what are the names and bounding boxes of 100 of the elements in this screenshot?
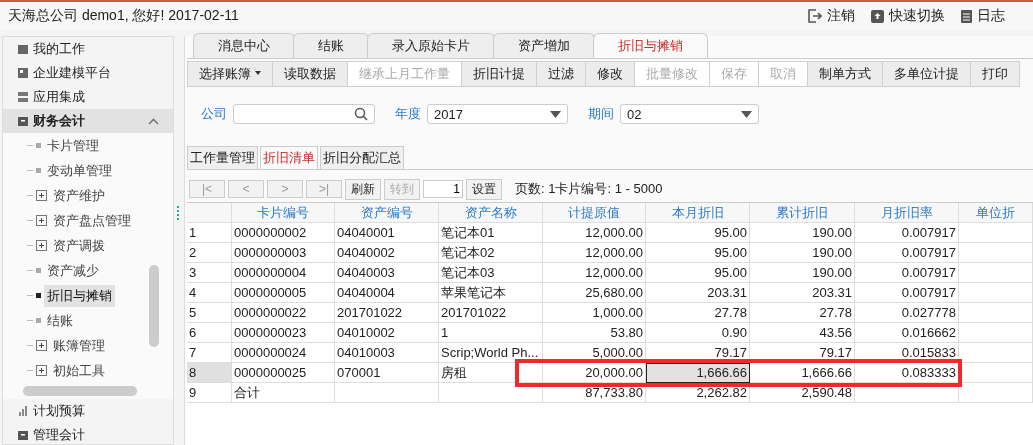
row-number[interactable]: 4 [187,283,232,303]
expand-icon[interactable] [36,190,47,201]
row-number[interactable]: 3 [187,263,232,283]
bullet-icon [36,268,41,273]
table-cell: 0.007917 [855,263,959,283]
sidebar-item[interactable]: 企业建模平台 [3,61,173,85]
row-number[interactable]: 8 [187,363,232,383]
toolbar-button[interactable]: 多单位计提 [882,61,971,87]
table-cell: 房租 [439,363,543,383]
tab[interactable]: 消息中心 [193,33,295,58]
table-cell: 0.083333 [855,363,959,383]
row-number[interactable]: 5 [187,303,232,323]
dropdown-field[interactable]: 02 [620,104,759,124]
tree-item[interactable]: 卡片管理 [44,134,102,157]
tree-item[interactable]: 结账 [44,309,76,332]
tab[interactable]: 录入原始卡片 [367,33,495,58]
header-link[interactable]: 日志 [961,7,1005,25]
table-cell: 0.007917 [855,243,959,263]
module-icon [17,91,29,103]
chevron-up-icon [148,117,159,125]
scrollbar-thumb[interactable] [23,386,137,396]
bullet-icon [36,318,41,323]
table-cell: 95.00 [646,243,750,263]
sidebar-item[interactable]: 我的工作 [3,37,173,61]
column-header[interactable]: 单位折 [959,203,1033,223]
field-label: 年度 [395,105,421,123]
dropdown-field[interactable]: 2017 [427,104,568,124]
table-cell: 203.31 [750,283,855,303]
tree-item[interactable]: 资产维护 [50,184,108,207]
column-header[interactable]: 月折旧率 [855,203,959,223]
table-cell: 12,000.00 [543,223,646,243]
table-cell: 070001 [335,363,439,383]
expand-icon[interactable] [36,215,47,226]
header-link[interactable]: 快速切换 [871,7,945,25]
column-header[interactable]: 资产编号 [335,203,439,223]
tree-item[interactable]: 折旧与摊销 [44,284,115,307]
row-number[interactable]: 9 [187,383,232,403]
toolbar-button[interactable]: 修改 [585,61,635,87]
sidebar-item[interactable]: 计划预算 [3,399,173,423]
table-cell: 2,590.48 [750,383,855,403]
splitter-handle[interactable] [177,206,181,220]
toolbar-button[interactable]: 选择账簿 [187,61,273,87]
dropdown-arrow-icon [741,110,752,118]
tree-item[interactable]: 资产减少 [44,259,102,282]
table-cell: 95.00 [646,223,750,243]
row-number[interactable]: 6 [187,323,232,343]
table-cell: 25,680.00 [543,283,646,303]
row-number[interactable]: 2 [187,243,232,263]
toolbar-button[interactable]: 过滤 [536,61,586,87]
sidebar-item[interactable]: 管理会计 [3,423,173,444]
page-input[interactable]: 1 [423,180,463,198]
table-cell: 笔记本01 [439,223,543,243]
logout-icon [808,9,822,23]
tree-item[interactable]: 变动单管理 [44,159,115,182]
toolbar-button[interactable]: 读取数据 [272,61,348,87]
column-header[interactable]: 本月折旧 [646,203,750,223]
column-header[interactable]: 计提原值 [543,203,646,223]
search-field[interactable] [233,104,375,124]
table-cell: 53.80 [543,323,646,343]
table-cell: 0000000005 [232,283,335,303]
tab[interactable]: 结账 [293,33,369,58]
tab[interactable]: 折旧清单 [260,146,318,169]
expand-icon[interactable] [36,240,47,251]
sidebar-item[interactable]: 财务会计 [3,109,173,133]
tree-item[interactable]: 资产调拨 [50,234,108,257]
tab[interactable]: 资产增加 [493,33,595,58]
tree-item[interactable]: 初始工具 [50,359,108,382]
search-icon [354,107,368,121]
column-header[interactable]: 累计折旧 [750,203,855,223]
table-cell: 1,666.66 [750,363,855,383]
table-cell: 203.31 [646,283,750,303]
table-cell: 04040003 [335,263,439,283]
toolbar-button[interactable]: 制单方式 [807,61,883,87]
table-cell: 95.00 [646,263,750,283]
table-cell: 笔记本02 [439,243,543,263]
tab[interactable]: 折旧与摊销 [593,33,708,58]
table-cell: 0000000023 [232,323,335,343]
document-icon [961,9,972,23]
table-cell: 27.78 [750,303,855,323]
table-cell: 0000000002 [232,223,335,243]
column-header[interactable]: 卡片编号 [232,203,335,223]
tree-item[interactable]: 资产盘点管理 [50,209,134,232]
scrollbar-thumb[interactable] [149,265,159,347]
column-header[interactable]: 资产名称 [439,203,543,223]
module-icon [17,115,29,127]
expand-icon[interactable] [36,365,47,376]
toolbar-button[interactable]: 打印 [970,61,1020,87]
tab[interactable]: 工作量管理 [187,146,258,169]
sidebar-item[interactable]: 应用集成 [3,85,173,109]
table-cell: Scrip;World Ph... [439,343,543,363]
tab[interactable]: 折旧分配汇总 [320,146,404,169]
toolbar-button[interactable]: 折旧计提 [461,61,537,87]
table-cell: 04010002 [335,323,439,343]
refresh-button[interactable]: 刷新 [345,178,381,200]
settings-button[interactable]: 设置 [466,178,502,200]
tree-item[interactable]: 账簿管理 [50,334,108,357]
expand-icon[interactable] [36,340,47,351]
row-number[interactable]: 1 [187,223,232,243]
table-cell: 0.027778 [855,303,959,323]
header-link[interactable]: 注销 [808,7,855,25]
